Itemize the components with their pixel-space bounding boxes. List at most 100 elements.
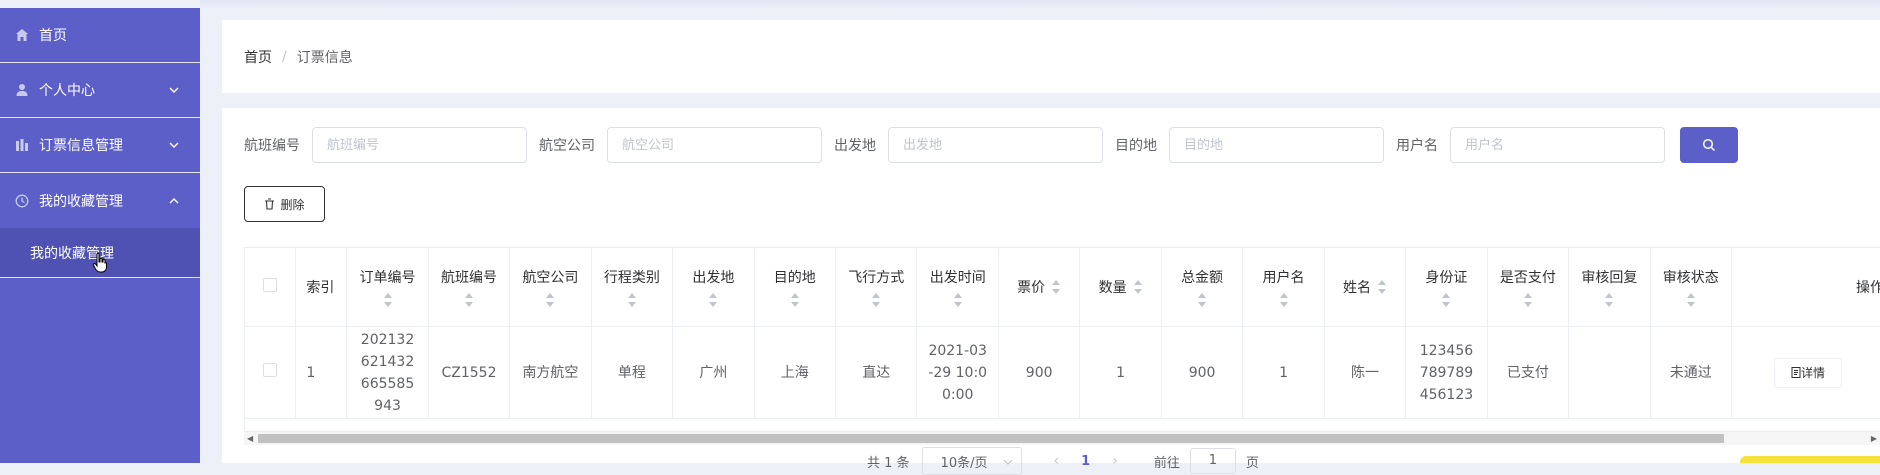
col-header-flight-no[interactable]: 航班编号 xyxy=(428,248,511,327)
col-header-actions: 操作 xyxy=(1731,248,1880,327)
cell-order-no-text: 202132621432665585943 xyxy=(360,331,415,414)
col-header-index: 索引 xyxy=(295,248,348,327)
col-header-order-no[interactable]: 订单编号 xyxy=(346,248,429,327)
flight-no-input[interactable] xyxy=(312,127,527,163)
select-all-cell xyxy=(245,248,297,327)
cell-depart-time-text: 2021-03-29 10:00:00 xyxy=(928,342,988,403)
chevron-up-icon xyxy=(169,197,179,203)
destination-input[interactable] xyxy=(1169,127,1384,163)
sort-icon[interactable] xyxy=(1686,293,1696,307)
col-header-id-card[interactable]: 身份证 xyxy=(1405,248,1488,327)
sort-icon[interactable] xyxy=(464,293,474,307)
sort-icon[interactable] xyxy=(1523,293,1533,307)
sort-icon[interactable] xyxy=(1133,280,1143,294)
chevron-down-icon xyxy=(1003,459,1012,465)
origin-input[interactable] xyxy=(888,127,1103,163)
cell-depart-time: 2021-03-29 10:00:00 xyxy=(916,326,999,419)
detail-button[interactable]: 详情 xyxy=(1774,357,1842,388)
sidebar-item-home[interactable]: 首页 xyxy=(0,8,200,63)
col-header-label: 飞行方式 xyxy=(848,270,905,286)
col-header-total[interactable]: 总金额 xyxy=(1161,248,1244,327)
cell-quantity: 1 xyxy=(1079,326,1162,419)
col-header-name[interactable]: 姓名 xyxy=(1324,248,1407,327)
search-form: 航班编号 航空公司 出发地 目的地 用户名 xyxy=(244,127,1738,163)
col-header-quantity[interactable]: 数量 xyxy=(1079,248,1162,327)
sidebar-subitem-my-favorites[interactable]: 我的收藏管理 xyxy=(0,228,200,278)
col-header-airline[interactable]: 航空公司 xyxy=(509,248,592,327)
sort-icon[interactable] xyxy=(708,293,718,307)
col-header-depart-time[interactable]: 出发时间 xyxy=(916,248,999,327)
scroll-right-icon[interactable]: ▶ xyxy=(1871,434,1877,443)
col-header-label: 审核回复 xyxy=(1581,270,1638,286)
col-header-origin[interactable]: 出发地 xyxy=(672,248,755,327)
select-all-checkbox[interactable] xyxy=(263,278,278,292)
sidebar-item-personal-center[interactable]: 个人中心 xyxy=(0,63,200,118)
col-header-destination[interactable]: 目的地 xyxy=(754,248,837,327)
col-header-username[interactable]: 用户名 xyxy=(1242,248,1325,327)
horizontal-scrollbar[interactable]: ◀ ▶ xyxy=(244,432,1880,445)
col-header-label: 审核状态 xyxy=(1662,270,1719,286)
airline-label: 航空公司 xyxy=(539,138,595,154)
cell-username: 1 xyxy=(1242,326,1325,419)
sidebar-item-label: 我的收藏管理 xyxy=(39,193,123,210)
col-header-label: 航空公司 xyxy=(522,270,579,286)
prev-page-icon[interactable]: ‹ xyxy=(1054,453,1060,469)
search-button[interactable] xyxy=(1680,127,1738,163)
col-header-label: 订单编号 xyxy=(359,270,416,286)
table-header-row: 索引 订单编号 航班编号 航空公司 行程类别 出发地 目的地 飞行方式 出发时间… xyxy=(245,248,1880,327)
col-header-review-status[interactable]: 审核状态 xyxy=(1650,248,1733,327)
chevron-down-icon xyxy=(169,87,179,93)
sort-icon[interactable] xyxy=(1604,293,1614,307)
delete-button[interactable]: 删除 xyxy=(244,186,325,222)
col-header-label: 出发时间 xyxy=(929,270,986,286)
username-input[interactable] xyxy=(1450,127,1665,163)
sort-icon[interactable] xyxy=(1279,293,1289,307)
scrollbar-thumb[interactable] xyxy=(258,434,1724,443)
cell-paid: 已支付 xyxy=(1487,326,1570,419)
col-header-trip-type[interactable]: 行程类别 xyxy=(591,248,674,327)
sort-icon[interactable] xyxy=(790,293,800,307)
sort-icon[interactable] xyxy=(1051,280,1061,294)
row-select-cell xyxy=(245,326,297,419)
sidebar-item-ticket-management[interactable]: 订票信息管理 xyxy=(0,118,200,173)
sort-icon[interactable] xyxy=(871,293,881,307)
trash-icon xyxy=(265,198,275,210)
cell-review-status: 未通过 xyxy=(1650,326,1733,419)
top-shadow xyxy=(200,0,1880,10)
cell-index: 1 xyxy=(295,326,348,419)
cell-origin: 广州 xyxy=(672,326,755,419)
next-page-icon[interactable]: › xyxy=(1112,453,1118,469)
cell-airline: 南方航空 xyxy=(509,326,592,419)
sort-icon[interactable] xyxy=(627,293,637,307)
sort-icon[interactable] xyxy=(1197,293,1207,307)
breadcrumb-home[interactable]: 首页 xyxy=(244,47,272,67)
col-header-label: 航班编号 xyxy=(440,270,497,286)
col-header-label: 目的地 xyxy=(773,270,816,286)
cell-id-card-text: 123456789789456123 xyxy=(1419,342,1474,403)
page-number-current[interactable]: 1 xyxy=(1081,454,1090,469)
sort-icon[interactable] xyxy=(953,293,963,307)
col-header-flight-mode[interactable]: 飞行方式 xyxy=(835,248,918,327)
page-size-select[interactable]: 10条/页 xyxy=(921,447,1022,475)
col-header-label: 是否支付 xyxy=(1499,270,1556,286)
floating-tab[interactable] xyxy=(1740,456,1880,463)
col-header-label: 出发地 xyxy=(692,270,735,286)
row-checkbox[interactable] xyxy=(263,362,278,377)
cell-order-no: 202132621432665585943 xyxy=(346,326,429,419)
destination-label: 目的地 xyxy=(1115,138,1157,154)
cell-name: 陈一 xyxy=(1324,326,1407,419)
sort-icon[interactable] xyxy=(383,293,393,307)
goto-page-input[interactable]: 1 xyxy=(1189,448,1236,474)
col-header-review-reply[interactable]: 审核回复 xyxy=(1568,248,1651,327)
sidebar-item-favorites-management[interactable]: 我的收藏管理 xyxy=(0,173,200,228)
goto-suffix: 页 xyxy=(1245,455,1259,471)
col-header-paid[interactable]: 是否支付 xyxy=(1487,248,1570,327)
col-header-price[interactable]: 票价 xyxy=(998,248,1081,327)
sort-icon[interactable] xyxy=(1377,280,1387,294)
scroll-left-icon[interactable]: ◀ xyxy=(247,434,253,443)
sort-icon[interactable] xyxy=(1441,293,1451,307)
sort-icon[interactable] xyxy=(545,293,555,307)
origin-label: 出发地 xyxy=(834,138,876,154)
airline-input[interactable] xyxy=(607,127,822,163)
pagination: 共 1 条 10条/页 ‹ 1 › 前往 1 页 xyxy=(867,447,1259,475)
